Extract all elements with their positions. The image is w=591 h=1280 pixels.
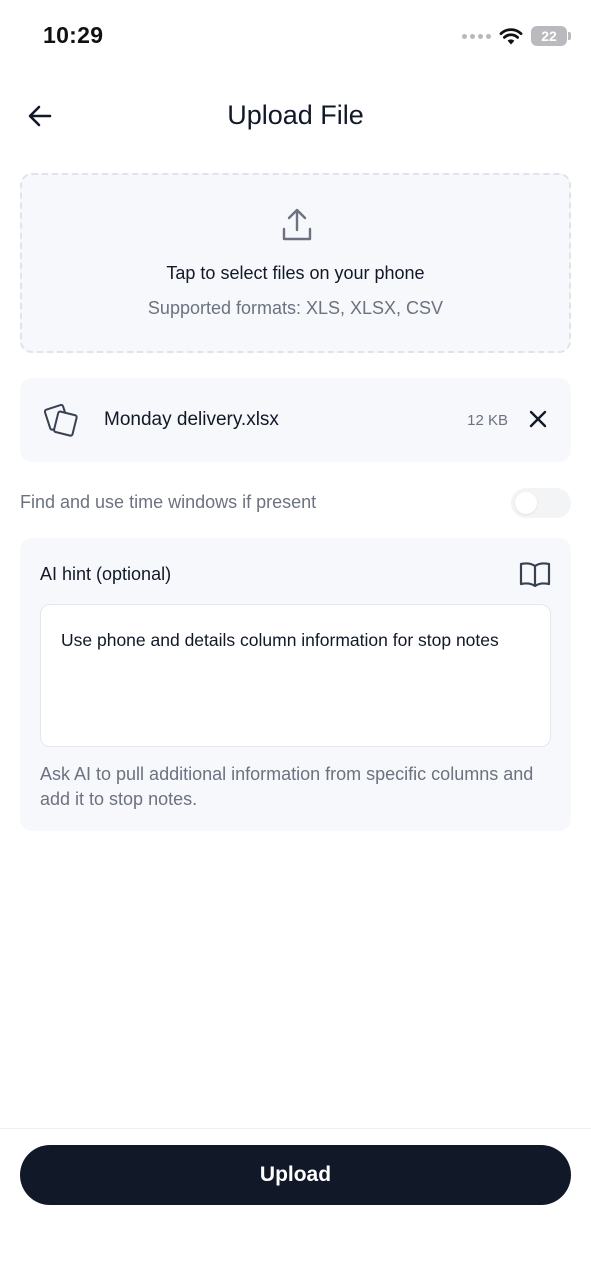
ai-hint-title: AI hint (optional) bbox=[40, 564, 172, 584]
file-dropzone[interactable]: Tap to select files on your phone Suppor… bbox=[20, 173, 571, 353]
file-stack-icon bbox=[44, 403, 78, 437]
upload-button[interactable]: Upload bbox=[20, 1145, 571, 1205]
battery-level: 22 bbox=[541, 28, 557, 44]
dropzone-supported-formats: Supported formats: XLS, XLSX, CSV bbox=[147, 298, 444, 318]
status-icons: 22 bbox=[462, 24, 571, 48]
header: Upload File bbox=[0, 88, 591, 144]
cellular-signal-icon bbox=[462, 33, 491, 39]
page-title: Upload File bbox=[227, 100, 364, 130]
dropzone-title: Tap to select files on your phone bbox=[166, 263, 425, 283]
file-size: 12 KB bbox=[467, 412, 508, 429]
time-windows-label: Find and use time windows if present bbox=[20, 492, 317, 512]
ai-hint-help-text: Ask AI to pull additional information fr… bbox=[40, 764, 534, 809]
upload-icon bbox=[282, 208, 312, 241]
ai-hint-input[interactable]: Use phone and details column information… bbox=[40, 604, 551, 747]
wifi-icon bbox=[499, 28, 523, 45]
status-bar: 10:29 22 bbox=[0, 0, 591, 70]
toggle-knob bbox=[515, 492, 537, 514]
book-open-icon[interactable] bbox=[519, 560, 551, 588]
selected-file-card: Monday delivery.xlsx 12 KB bbox=[20, 378, 571, 462]
status-time: 10:29 bbox=[43, 22, 104, 48]
time-windows-toggle[interactable] bbox=[511, 488, 571, 518]
file-name: Monday delivery.xlsx bbox=[104, 409, 279, 430]
time-windows-row: Find and use time windows if present bbox=[20, 486, 571, 520]
bottom-action-bar: Upload bbox=[0, 1128, 591, 1280]
close-icon[interactable] bbox=[527, 408, 549, 430]
ai-hint-card: AI hint (optional) Use phone and details… bbox=[20, 538, 571, 831]
battery-icon: 22 bbox=[531, 26, 571, 46]
